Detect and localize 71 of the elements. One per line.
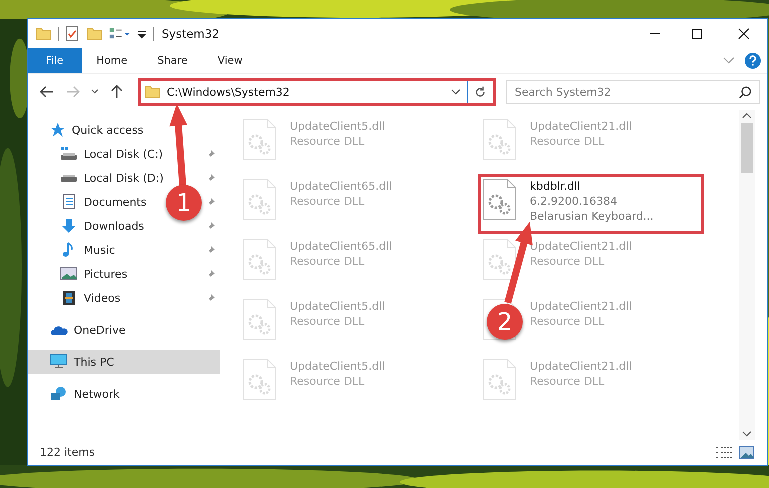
refresh-icon[interactable] xyxy=(474,86,487,98)
scrollbar[interactable] xyxy=(739,110,755,440)
ribbon-tab[interactable]: Home xyxy=(82,48,143,73)
file-name: UpdateClient21.dll xyxy=(530,300,632,313)
file-description: Resource DLL xyxy=(530,255,606,268)
back-arrow-icon[interactable] xyxy=(40,86,54,98)
file-name: UpdateClient21.dll xyxy=(530,120,632,133)
sidebar-item[interactable]: Music xyxy=(28,238,116,262)
network-icon xyxy=(50,386,68,402)
sidebar-item[interactable]: Local Disk (C:) xyxy=(28,142,164,166)
address-bar[interactable]: C:\Windows\System32 xyxy=(138,78,496,106)
file-name: UpdateClient5.dll xyxy=(290,300,386,313)
file-description: Resource DLL xyxy=(290,135,366,148)
file-name: UpdateClient65.dll xyxy=(290,240,392,253)
folder-icon xyxy=(36,26,52,42)
film-icon xyxy=(60,290,78,306)
file-name: UpdateClient65.dll xyxy=(290,180,392,193)
file-description: Resource DLL xyxy=(290,315,366,328)
item-count: 122 items xyxy=(40,446,96,459)
drive-icon xyxy=(60,174,78,182)
file-description: Resource DLL xyxy=(530,315,606,328)
large-icons-view-icon[interactable] xyxy=(739,446,755,460)
sidebar-item[interactable]: Documents xyxy=(28,190,147,214)
search-icon[interactable] xyxy=(739,86,752,99)
address-path: C:\Windows\System32 xyxy=(167,86,291,98)
file-description: Resource DLL xyxy=(530,375,606,388)
details-view-icon[interactable] xyxy=(715,446,733,460)
scroll-up-icon[interactable] xyxy=(742,113,752,119)
star-icon xyxy=(50,122,66,138)
maximize-icon[interactable] xyxy=(691,28,703,40)
window-title: System32 xyxy=(162,26,220,40)
file-version: 6.2.9200.16384 xyxy=(530,195,618,208)
sidebar-item[interactable]: Downloads xyxy=(28,214,144,238)
file-description: Resource DLL xyxy=(290,255,366,268)
sidebar-item[interactable]: This PC xyxy=(28,350,220,374)
ribbon-tab[interactable]: Share xyxy=(142,48,203,73)
close-icon[interactable] xyxy=(738,28,750,40)
file-name: UpdateClient21.dll xyxy=(530,360,632,373)
picture-icon xyxy=(60,266,78,282)
minimize-icon[interactable] xyxy=(649,32,661,34)
file-name: kbdblr.dll xyxy=(530,180,582,193)
help-icon[interactable] xyxy=(745,52,761,68)
ribbon-tab[interactable]: File xyxy=(28,48,82,73)
caret-icon[interactable] xyxy=(451,89,461,95)
scrollbar-thumb[interactable] xyxy=(741,123,753,173)
monitor-icon xyxy=(50,354,68,370)
scroll-down-icon[interactable] xyxy=(742,431,752,437)
ribbon-tab[interactable]: View xyxy=(202,48,258,73)
file-name: UpdateClient21.dll xyxy=(530,240,632,253)
sidebar-item[interactable]: Pictures xyxy=(28,262,128,286)
sidebar-item[interactable]: Quick access xyxy=(28,118,220,142)
sidebar-item[interactable]: Videos xyxy=(28,286,121,310)
search-field[interactable]: Search System32 xyxy=(506,80,760,104)
file-description: Resource DLL xyxy=(530,135,606,148)
sidebar-item[interactable]: OneDrive xyxy=(28,318,220,342)
download-arrow-icon xyxy=(60,218,78,234)
folder-icon xyxy=(145,84,161,100)
drive-icon xyxy=(60,146,78,162)
file-name: UpdateClient5.dll xyxy=(290,360,386,373)
up-arrow-icon[interactable] xyxy=(111,85,123,99)
file-description: Resource DLL xyxy=(290,195,366,208)
expand-ribbon-icon[interactable] xyxy=(723,56,735,64)
file-description: Belarusian Keyboard... xyxy=(530,210,654,223)
sidebar-item[interactable]: Network xyxy=(28,382,220,406)
view-options-icon[interactable] xyxy=(109,26,131,42)
file-description: Resource DLL xyxy=(290,375,366,388)
file-name: UpdateClient5.dll xyxy=(290,120,386,133)
properties-icon[interactable] xyxy=(65,26,81,42)
sidebar-item[interactable]: Local Disk (D:) xyxy=(28,166,164,190)
cloud-icon xyxy=(50,324,68,336)
caret-icon[interactable] xyxy=(91,89,99,95)
